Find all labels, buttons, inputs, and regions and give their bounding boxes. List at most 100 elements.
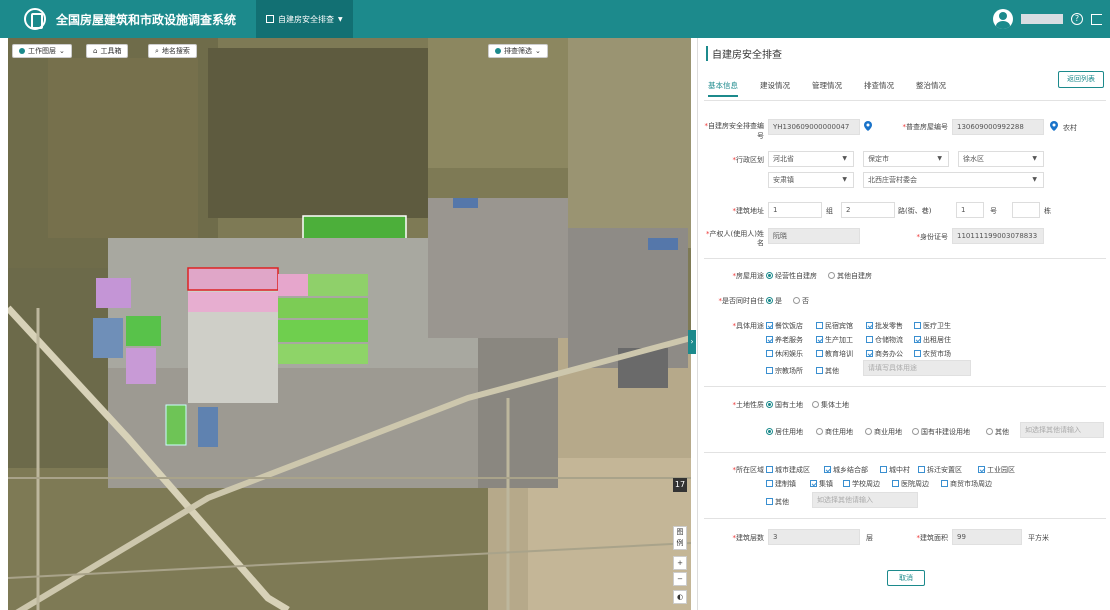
area-suburban-checkbox[interactable]: 城乡结合部 [824, 465, 868, 475]
help-icon[interactable]: ? [1071, 13, 1083, 25]
use-other-radio[interactable]: 其他自建房 [828, 271, 872, 281]
area-hospital-checkbox[interactable]: 医院周边 [892, 479, 929, 489]
compass-icon[interactable]: ◐ [673, 590, 687, 604]
detail-storage-checkbox[interactable]: 仓储物流 [866, 335, 903, 345]
area-market-town-checkbox[interactable]: 集镇 [810, 479, 833, 489]
detail-other-checkbox[interactable]: 其他 [816, 366, 839, 376]
area-urban-checkbox[interactable]: 城市建成区 [766, 465, 810, 475]
idcard-label: *身份证号 [916, 233, 949, 241]
zoom-level-indicator: 17 [673, 478, 687, 492]
divider [704, 386, 1106, 387]
district-select[interactable]: 徐水区 ▼ [958, 151, 1044, 167]
return-to-list-button[interactable]: 返回列表 [1058, 71, 1104, 88]
land-mixed-radio[interactable]: 商住用地 [816, 427, 853, 437]
satellite-map[interactable]: 工作图层 ⌄ ⌂ 工具箱 ⌕ 地名搜索 排查筛选 ⌄ 17 图例 + − ◐ [8, 38, 691, 610]
place-search-button[interactable]: ⌕ 地名搜索 [148, 44, 197, 58]
city-select[interactable]: 保定市 ▼ [863, 151, 949, 167]
owner-label: *产权人(使用人)姓名 [706, 230, 764, 247]
detail-other-input[interactable]: 请填写具体用途 [863, 360, 971, 376]
survey-id-field[interactable]: YH130609000000047 [768, 119, 860, 135]
detail-religious-checkbox[interactable]: 宗教场所 [766, 366, 803, 376]
tab-basic-info[interactable]: 基本信息 [708, 80, 738, 97]
address-group-unit: 组 [826, 207, 833, 215]
area-town-checkbox[interactable]: 建制镇 [766, 479, 796, 489]
logout-icon[interactable] [1091, 13, 1102, 25]
detail-leisure-checkbox[interactable]: 休闲娱乐 [766, 349, 803, 359]
zoom-out-button[interactable]: − [673, 572, 687, 586]
land-other-input[interactable]: 如选择其他请输入 [1020, 422, 1104, 438]
address-number-field[interactable]: 1 [956, 202, 984, 218]
toolbox-button[interactable]: ⌂ 工具箱 [86, 44, 129, 58]
detail-use-label: *具体用途 [732, 322, 765, 330]
detail-retail-checkbox[interactable]: 批发零售 [866, 321, 903, 331]
module-switcher[interactable]: 自建房安全排查 ▼ [256, 0, 353, 38]
land-state-radio[interactable]: 国有土地 [766, 400, 803, 410]
detail-education-checkbox[interactable]: 教育培训 [816, 349, 853, 359]
floors-field[interactable]: 3 [768, 529, 860, 545]
floors-unit: 层 [866, 534, 873, 542]
work-layers-button[interactable]: 工作图层 ⌄ [12, 44, 72, 58]
idcard-field[interactable]: 110111199003078833 [952, 228, 1044, 244]
town-select[interactable]: 安肃镇 ▼ [768, 172, 854, 188]
location-pin-icon[interactable] [864, 121, 872, 131]
tab-construction[interactable]: 建设情况 [760, 80, 790, 97]
self-live-no-radio[interactable]: 否 [793, 296, 809, 306]
floors-label: *建筑层数 [732, 534, 765, 542]
detail-elderly-checkbox[interactable]: 养老服务 [766, 335, 803, 345]
self-live-yes-radio[interactable]: 是 [766, 296, 782, 306]
cancel-button[interactable]: 取消 [887, 570, 925, 586]
user-avatar[interactable] [993, 9, 1013, 29]
detail-rental-checkbox[interactable]: 出租居住 [914, 335, 951, 345]
panel-collapse-handle[interactable]: › [688, 330, 696, 354]
toolbox-icon: ⌂ [93, 47, 98, 55]
area-label: *所在区域 [732, 466, 765, 474]
detail-office-checkbox[interactable]: 商务办公 [866, 349, 903, 359]
work-layers-label: 工作图层 [28, 47, 56, 55]
area-relocation-checkbox[interactable]: 拆迁安置区 [918, 465, 962, 475]
app-logo-icon [24, 8, 46, 30]
tab-management[interactable]: 管理情况 [812, 80, 842, 97]
address-road-field[interactable]: 2 [841, 202, 895, 218]
village-select[interactable]: 北西庄营村委会 ▼ [863, 172, 1044, 188]
province-select[interactable]: 河北省 ▼ [768, 151, 854, 167]
module-label: 自建房安全排查 [278, 14, 335, 24]
land-residential-radio[interactable]: 居住用地 [766, 427, 803, 437]
area-trade-checkbox[interactable]: 商贸市场周边 [941, 479, 992, 489]
address-building-field[interactable] [1012, 202, 1040, 218]
detail-catering-checkbox[interactable]: 餐饮饭店 [766, 321, 803, 331]
land-collective-radio[interactable]: 集体土地 [812, 400, 849, 410]
divider [704, 258, 1106, 259]
address-group-field[interactable]: 1 [768, 202, 822, 218]
address-building-unit: 栋 [1044, 207, 1051, 215]
tab-rectification[interactable]: 整治情况 [916, 80, 946, 97]
legend-button[interactable]: 图例 [673, 526, 687, 550]
land-commercial-radio[interactable]: 商业用地 [865, 427, 902, 437]
location-pin-icon[interactable] [1050, 121, 1058, 131]
tab-survey[interactable]: 排查情况 [864, 80, 894, 97]
detail-production-checkbox[interactable]: 生产加工 [816, 335, 853, 345]
area-industrial-checkbox[interactable]: 工业园区 [978, 465, 1015, 475]
owner-name-field[interactable]: 阮晓 [768, 228, 860, 244]
area-school-checkbox[interactable]: 学校周边 [843, 479, 880, 489]
chevron-down-icon: ⌄ [535, 47, 541, 55]
search-icon: ⌕ [155, 46, 159, 55]
divider [704, 100, 1106, 101]
rural-tag: 农村 [1063, 124, 1077, 132]
census-id-field[interactable]: 130609000992288 [952, 119, 1044, 135]
zoom-in-button[interactable]: + [673, 556, 687, 570]
area-other-input[interactable]: 如选择其他请输入 [812, 492, 918, 508]
detail-medical-checkbox[interactable]: 医疗卫生 [914, 321, 951, 331]
build-area-label: *建筑面积 [916, 534, 949, 542]
area-other-checkbox[interactable]: 其他 [766, 497, 789, 507]
detail-hotel-checkbox[interactable]: 民宿宾馆 [816, 321, 853, 331]
use-commercial-radio[interactable]: 经营性自建房 [766, 271, 817, 281]
area-urbanvillage-checkbox[interactable]: 城中村 [880, 465, 910, 475]
detail-market-checkbox[interactable]: 农贸市场 [914, 349, 951, 359]
divider [704, 452, 1106, 453]
username-redacted[interactable] [1021, 14, 1063, 24]
land-nonconstruct-radio[interactable]: 国有非建设用地 [912, 427, 970, 437]
survey-filter-button[interactable]: 排查筛选 ⌄ [488, 44, 548, 58]
land-other-radio[interactable]: 其他 [986, 427, 1009, 437]
build-area-field[interactable]: 99 [952, 529, 1022, 545]
region-label: *行政区划 [732, 156, 765, 164]
